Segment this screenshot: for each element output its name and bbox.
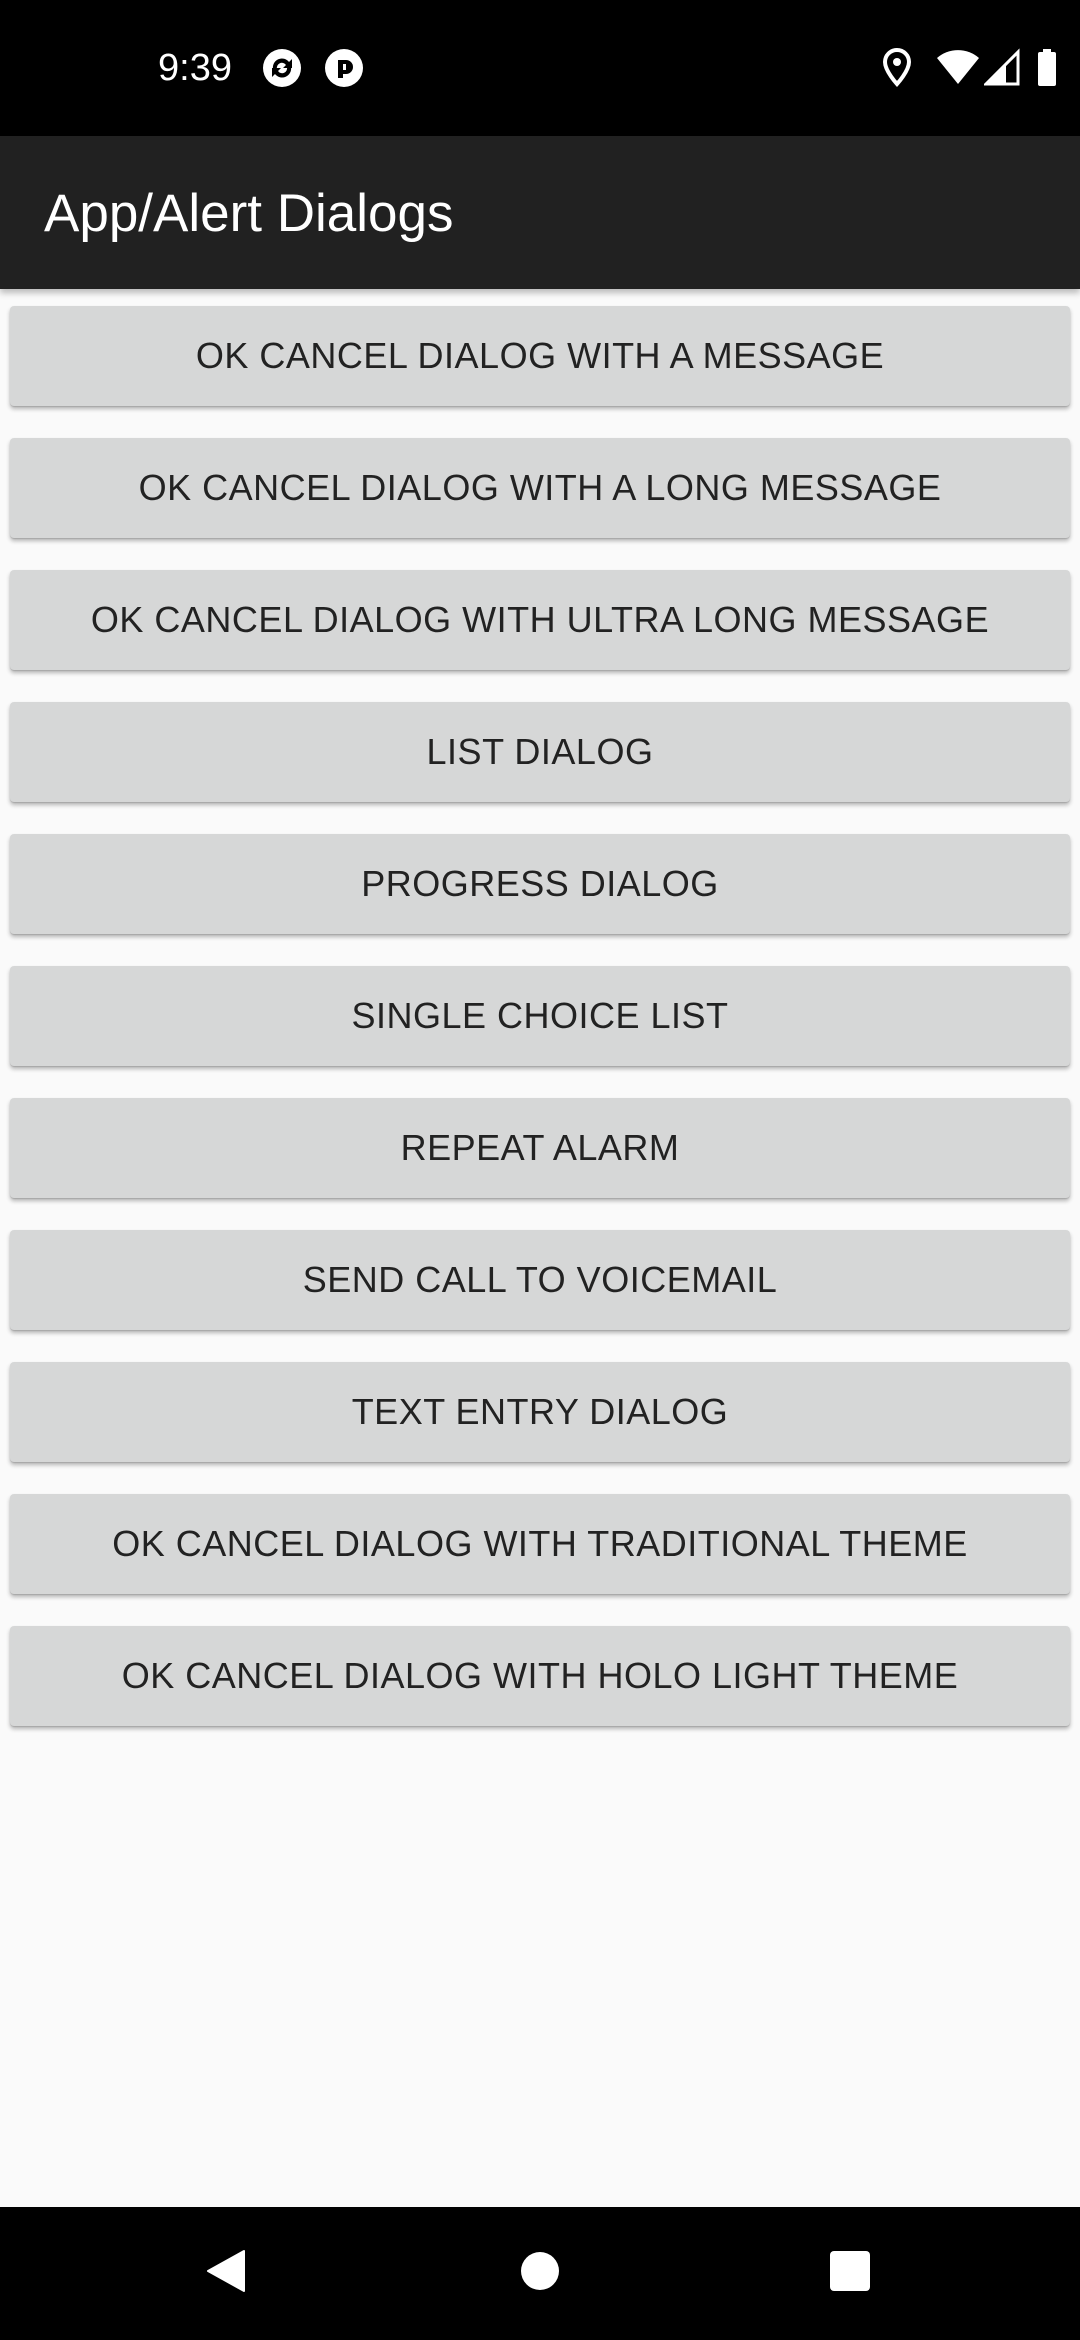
recents-icon bbox=[829, 2250, 871, 2297]
single-choice-list-button[interactable]: SINGLE CHOICE LIST bbox=[10, 966, 1070, 1066]
signal-icon bbox=[982, 48, 1022, 88]
content-area: OK CANCEL DIALOG WITH A MESSAGE OK CANCE… bbox=[0, 289, 1080, 2207]
progress-dialog-button[interactable]: PROGRESS DIALOG bbox=[10, 834, 1070, 934]
page-title: App/Alert Dialogs bbox=[44, 184, 454, 243]
status-bar: 9:39 bbox=[0, 0, 1080, 136]
ok-cancel-long-message-button[interactable]: OK CANCEL DIALOG WITH A LONG MESSAGE bbox=[10, 438, 1070, 538]
status-time: 9:39 bbox=[158, 47, 232, 89]
sync-app-icon bbox=[262, 48, 302, 88]
list-dialog-button[interactable]: LIST DIALOG bbox=[10, 702, 1070, 802]
home-icon bbox=[519, 2250, 561, 2297]
ok-cancel-holo-light-theme-button[interactable]: OK CANCEL DIALOG WITH HOLO LIGHT THEME bbox=[10, 1626, 1070, 1726]
text-entry-dialog-button[interactable]: TEXT ENTRY DIALOG bbox=[10, 1362, 1070, 1462]
app-bar: App/Alert Dialogs bbox=[0, 136, 1080, 289]
home-button[interactable] bbox=[500, 2237, 580, 2309]
back-button[interactable] bbox=[186, 2237, 266, 2309]
wifi-icon bbox=[936, 48, 980, 88]
dialog-button-list: OK CANCEL DIALOG WITH A MESSAGE OK CANCE… bbox=[10, 306, 1070, 1726]
back-icon bbox=[204, 2248, 248, 2299]
location-icon bbox=[880, 47, 914, 88]
ok-cancel-message-button[interactable]: OK CANCEL DIALOG WITH A MESSAGE bbox=[10, 306, 1070, 406]
recents-button[interactable] bbox=[810, 2237, 890, 2309]
ok-cancel-ultra-long-message-button[interactable]: OK CANCEL DIALOG WITH ULTRA LONG MESSAGE bbox=[10, 570, 1070, 670]
battery-icon bbox=[1036, 48, 1058, 88]
ok-cancel-traditional-theme-button[interactable]: OK CANCEL DIALOG WITH TRADITIONAL THEME bbox=[10, 1494, 1070, 1594]
repeat-alarm-button[interactable]: REPEAT ALARM bbox=[10, 1098, 1070, 1198]
navigation-bar bbox=[0, 2207, 1080, 2340]
send-call-to-voicemail-button[interactable]: SEND CALL TO VOICEMAIL bbox=[10, 1230, 1070, 1330]
ring-app-icon bbox=[324, 48, 364, 88]
